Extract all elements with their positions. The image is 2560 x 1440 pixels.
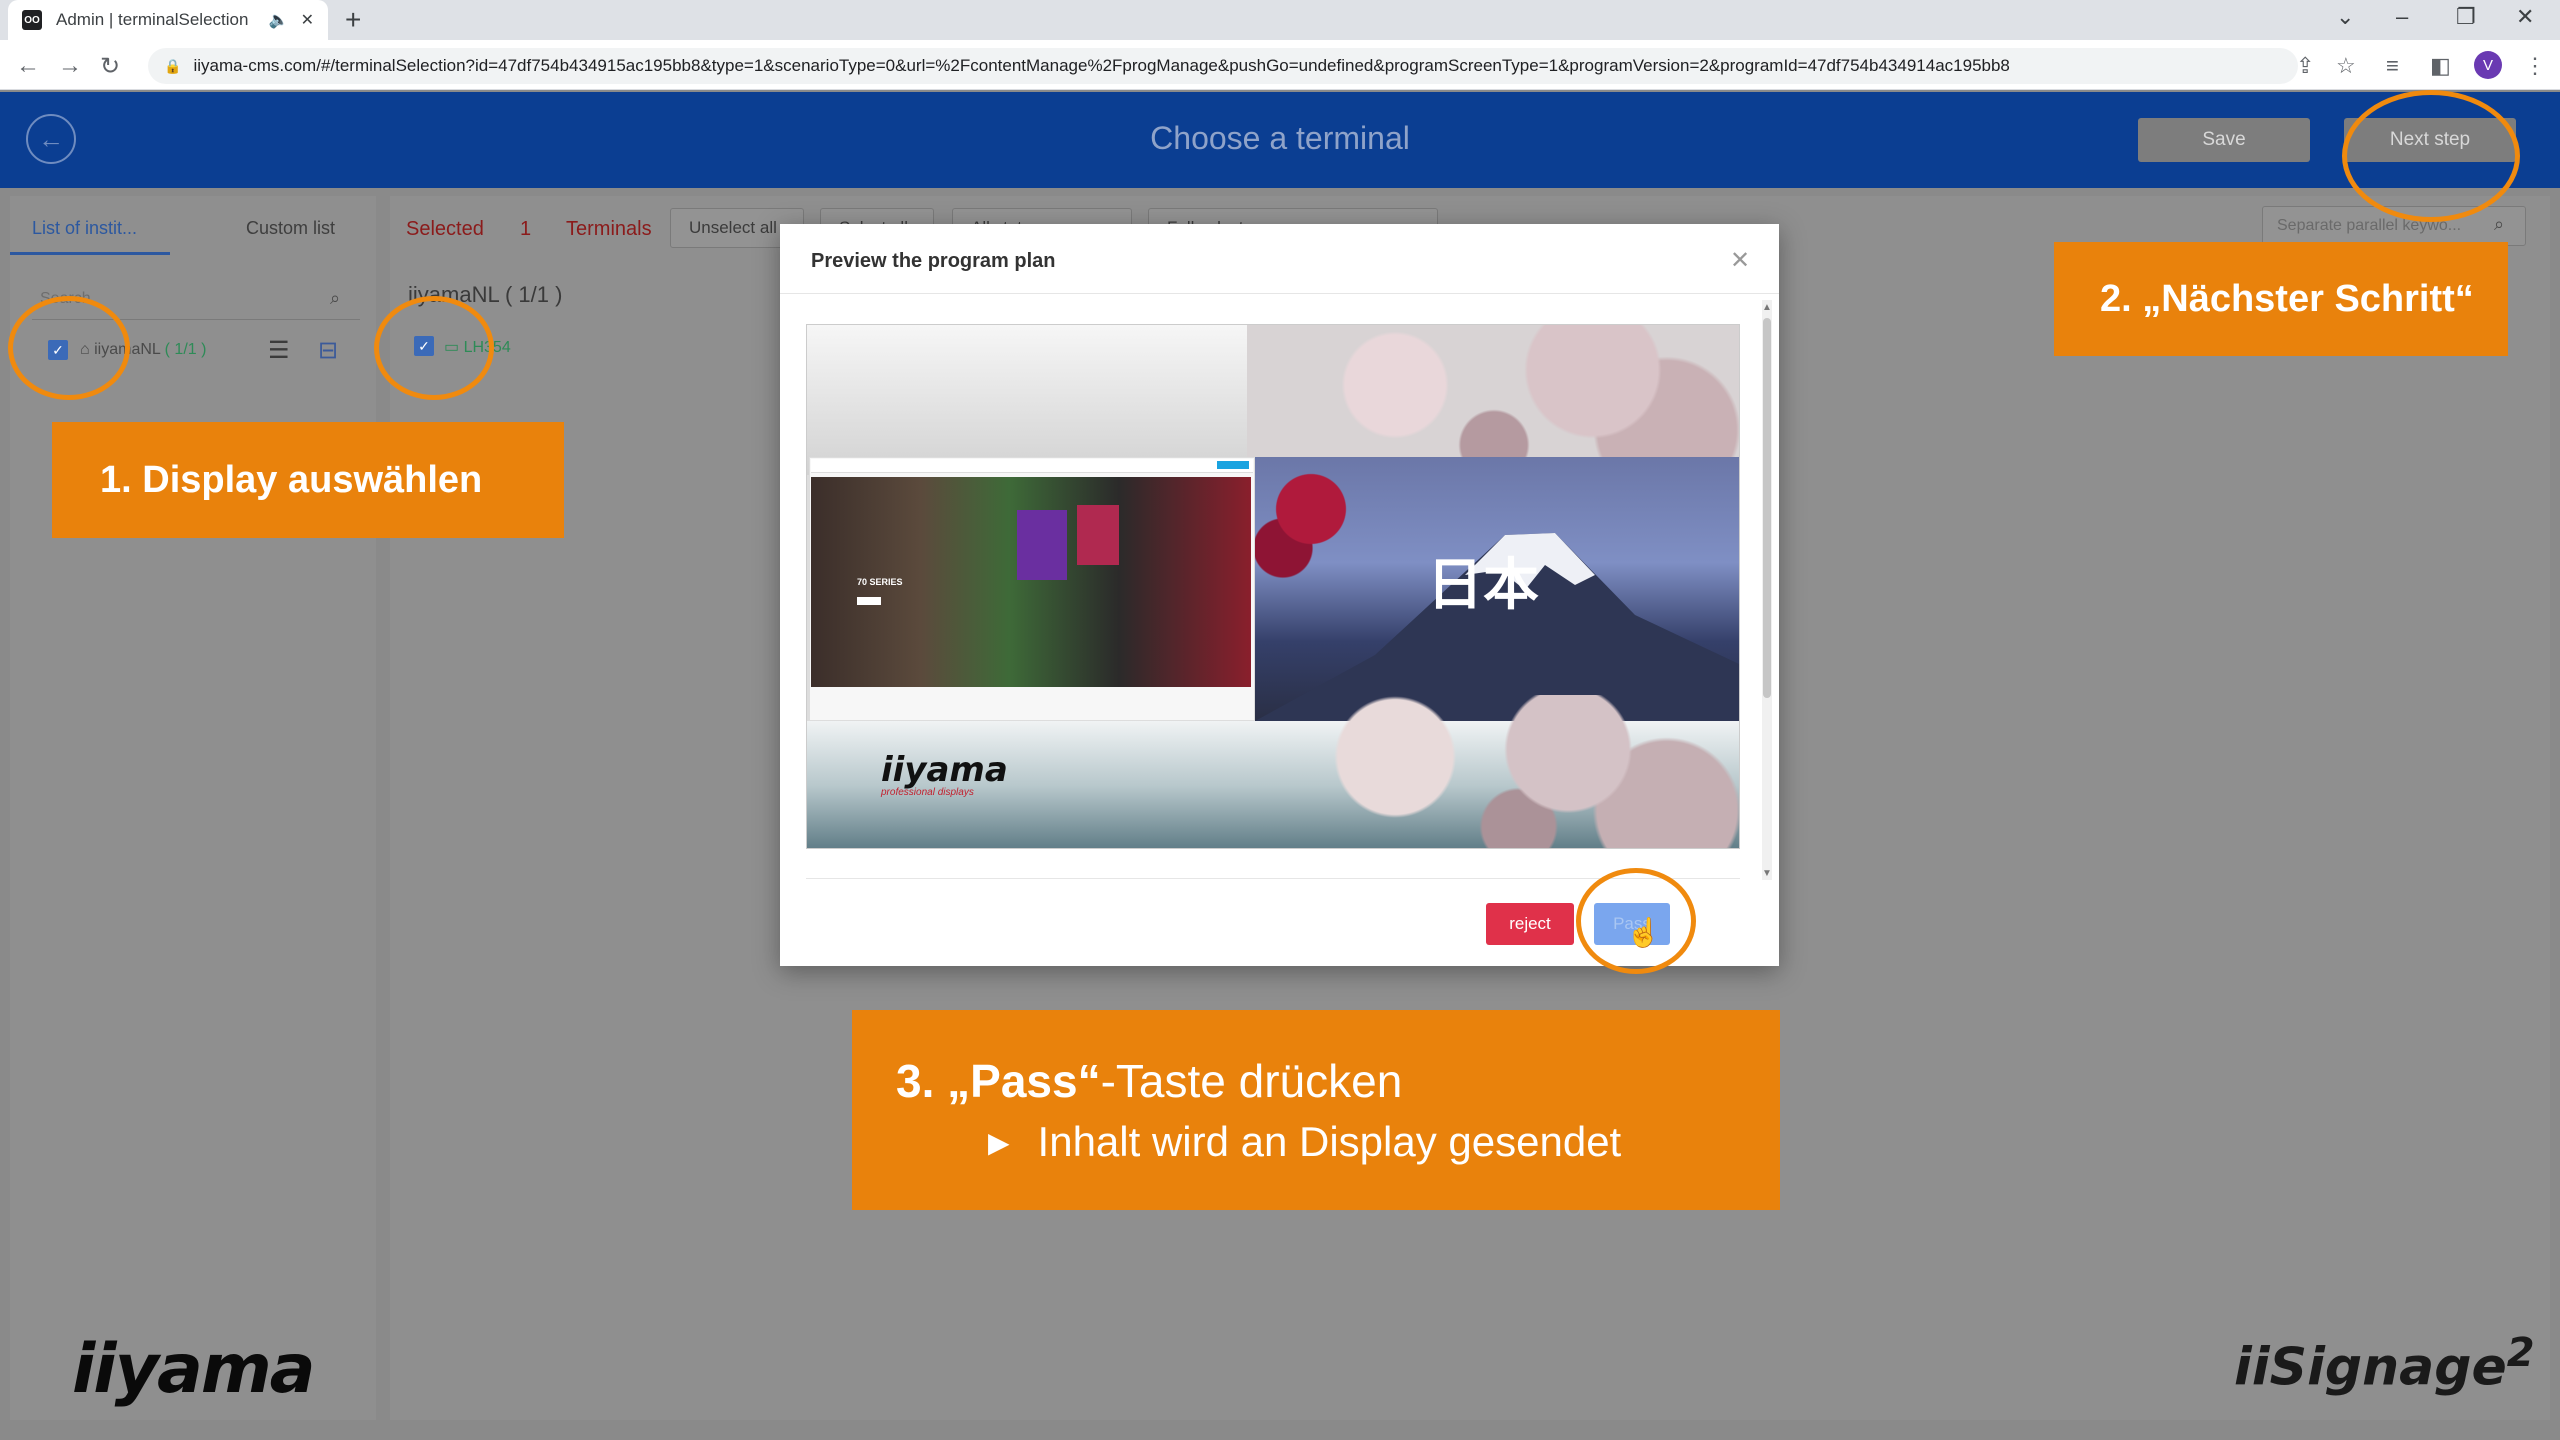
- step3-rest: -Taste drücken: [1100, 1055, 1403, 1107]
- highlight-circle-institution: [8, 296, 130, 400]
- preview-store-display: [1017, 510, 1067, 580]
- highlight-circle-next-step: [2342, 90, 2520, 222]
- highlight-circle-pass: [1576, 868, 1696, 974]
- url-text: iiyama-cms.com/#/terminalSelection?id=47…: [193, 56, 2010, 75]
- institution-count: ( 1/1 ): [164, 341, 207, 358]
- iisignage-text: iiSignage: [2234, 1337, 2507, 1398]
- step3-sub: Inhalt wird an Display gesendet: [1037, 1118, 1622, 1165]
- browser-tab[interactable]: OO Admin | terminalSelection 🔈 ✕: [8, 0, 328, 40]
- browser-menu-icon[interactable]: ⋮: [2524, 53, 2546, 79]
- step3-callout: 3. „Pass“-Taste drücken ▶ Inhalt wird an …: [852, 1010, 1780, 1210]
- back-icon[interactable]: ←: [16, 52, 40, 80]
- search-icon[interactable]: ⌕: [2494, 214, 2504, 235]
- side-panel-icon[interactable]: ◧: [2430, 53, 2451, 79]
- preview-store-display: [1077, 505, 1119, 565]
- reload-icon[interactable]: ↻: [100, 52, 120, 81]
- tab-title: Admin | terminalSelection: [56, 10, 249, 29]
- speaker-icon[interactable]: 🔈: [269, 10, 289, 30]
- restore-icon[interactable]: ❐: [2456, 4, 2476, 30]
- reject-button[interactable]: reject: [1486, 903, 1574, 945]
- lock-icon: 🔒: [164, 57, 182, 74]
- step1-callout: 1. Display auswählen: [52, 422, 564, 538]
- selected-label: Selected: [406, 218, 484, 240]
- step3-heading: 3. „Pass“-Taste drücken: [896, 1054, 1402, 1108]
- step3-subline: ▶ Inhalt wird an Display gesendet: [896, 1118, 1621, 1166]
- tab-institution-list[interactable]: List of instit...: [32, 218, 137, 239]
- preview-store-text: 70 SERIES: [857, 577, 903, 587]
- step3-bold: 3. „Pass“: [896, 1055, 1101, 1107]
- list-view-icon[interactable]: ☰: [268, 336, 290, 365]
- tab-custom-list[interactable]: Custom list: [246, 218, 335, 239]
- triangle-right-icon: ▶: [988, 1126, 1010, 1158]
- preview-website-navbar: [811, 459, 1253, 473]
- favicon-icon: OO: [22, 10, 42, 30]
- close-tab-icon[interactable]: ✕: [301, 10, 314, 30]
- browser-tab-bar: [0, 0, 2560, 40]
- iisignage-brand-logo: iiSignage2: [2234, 1330, 2535, 1397]
- share-icon[interactable]: ⇪: [2296, 53, 2314, 79]
- modal-divider: [780, 293, 1779, 294]
- modal-scroll-thumb[interactable]: [1763, 318, 1771, 698]
- search-icon[interactable]: ⌕: [330, 288, 340, 309]
- program-preview-image: 70 SERIES 日本 iiyama professional display…: [806, 324, 1740, 849]
- scroll-up-icon[interactable]: ▲: [1762, 302, 1772, 313]
- preview-cherry-blossom: [1247, 325, 1739, 475]
- preview-cherry-blossom: [1247, 695, 1739, 848]
- step2-callout: 2. „Nächster Schritt“: [2054, 242, 2508, 356]
- save-button[interactable]: Save: [2138, 118, 2310, 162]
- minimize-icon[interactable]: –: [2396, 4, 2408, 30]
- scroll-down-icon[interactable]: ▼: [1762, 868, 1772, 879]
- highlight-circle-terminal: [374, 296, 494, 400]
- terminals-label: Terminals: [566, 218, 652, 240]
- preview-red-tree: [1255, 457, 1395, 587]
- address-bar[interactable]: 🔒 iiyama-cms.com/#/terminalSelection?id=…: [148, 48, 2298, 84]
- preview-website-button: [1217, 461, 1249, 469]
- close-icon[interactable]: ✕: [1730, 246, 1750, 275]
- close-window-icon[interactable]: ✕: [2516, 4, 2534, 30]
- iisignage-superscript: 2: [2506, 1330, 2535, 1376]
- tree-view-icon[interactable]: ⊟: [318, 336, 338, 365]
- new-tab-icon[interactable]: +: [345, 4, 361, 36]
- preview-iiyama-logo: iiyama: [881, 750, 1008, 790]
- modal-title: Preview the program plan: [811, 250, 1056, 272]
- media-control-icon[interactable]: ≡: [2386, 53, 2399, 79]
- tab-search-icon[interactable]: ⌄: [2336, 4, 2354, 30]
- selected-count: 1: [520, 218, 532, 240]
- forward-icon[interactable]: →: [58, 52, 82, 80]
- active-tab-indicator: [10, 252, 170, 255]
- bookmark-star-icon[interactable]: ☆: [2336, 53, 2356, 79]
- preview-kanji-text: 日本: [1427, 553, 1539, 618]
- profile-avatar[interactable]: V: [2474, 51, 2502, 79]
- preview-store-button: [857, 597, 881, 605]
- iiyama-brand-logo: iiyama: [72, 1330, 316, 1409]
- preview-logo-tagline: professional displays: [881, 787, 974, 798]
